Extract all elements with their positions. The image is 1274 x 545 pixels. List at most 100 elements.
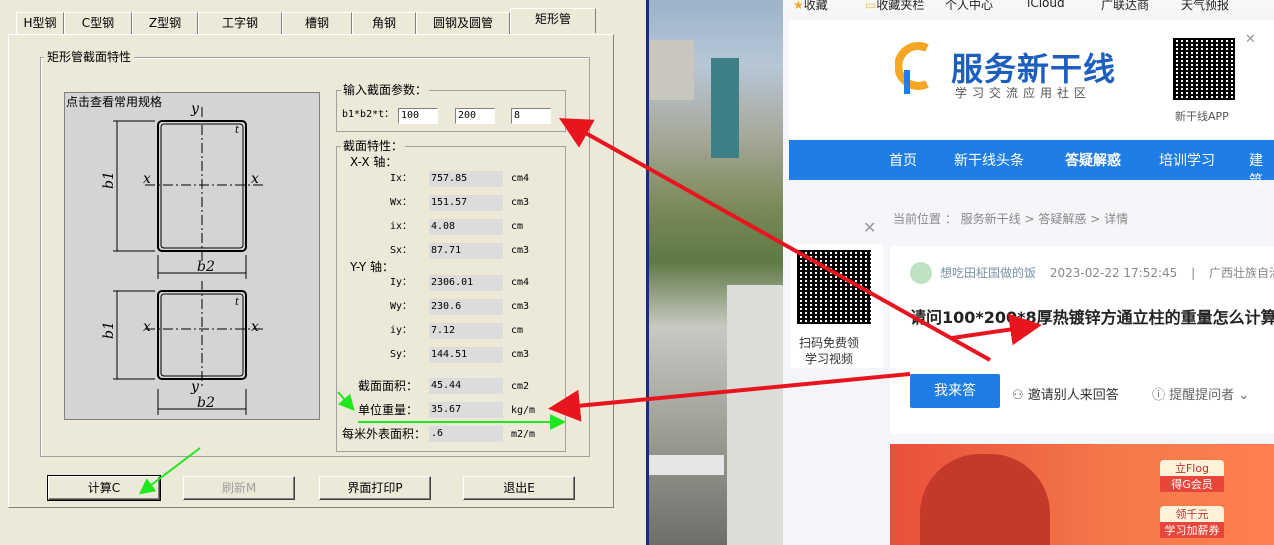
tab-h-steel[interactable]: H型钢: [16, 12, 64, 34]
print-button[interactable]: 界面打印P: [319, 476, 431, 500]
sy-unit: cm3: [511, 349, 530, 360]
nav-training[interactable]: 培训学习: [1159, 150, 1215, 170]
properties-title: 截面特性：: [341, 139, 406, 153]
breadcrumb: 当前位置 ： 服务新干线 > 答疑解惑 > 详情: [893, 212, 1129, 226]
surface-value: .6: [429, 426, 503, 442]
figure-hint[interactable]: 点击查看常用规格: [66, 93, 162, 110]
unit-weight-label: 单位重量：: [358, 403, 419, 417]
ix-value: 757.85: [429, 171, 503, 187]
bookmark-personal[interactable]: 个人中心: [945, 0, 993, 12]
tab-c-steel[interactable]: C型钢: [64, 12, 132, 34]
nav-qa[interactable]: 答疑解惑: [1065, 150, 1121, 170]
figure-label-y-bottom: y: [190, 379, 200, 395]
app-qr-label: 新干线APP: [1175, 110, 1229, 123]
tab-z-steel[interactable]: Z型钢: [132, 12, 198, 34]
b1-input[interactable]: 100: [398, 108, 438, 124]
iy-unit: cm4: [511, 277, 530, 288]
figure-label-b1-bottom: b1: [101, 321, 117, 339]
b2-input[interactable]: 200: [455, 108, 495, 124]
yy-axis-title: Y-Y 轴：: [350, 260, 394, 274]
avatar[interactable]: [910, 262, 932, 284]
calculate-button[interactable]: 计算C: [47, 475, 161, 501]
t-input[interactable]: 8: [511, 108, 551, 124]
figure-label-b2-top: b2: [197, 259, 215, 275]
exit-button[interactable]: 退出E: [463, 476, 575, 500]
star-icon: ★: [793, 0, 804, 12]
wx-unit: cm3: [511, 197, 530, 208]
side-qr-line2: 学习视频: [805, 352, 854, 366]
figure-label-b2-bottom: b2: [197, 395, 215, 411]
xx-axis-title: X-X 轴：: [350, 155, 398, 169]
tab-channel[interactable]: 槽钢: [282, 12, 352, 34]
ix-radius-label: ix：: [390, 221, 413, 232]
area-value: 45.44: [429, 378, 503, 394]
background-photo: [649, 0, 783, 545]
iy-radius-label: iy：: [390, 325, 413, 336]
promo-banner[interactable]: 立Flog 得G会员 领千元 学习加薪券: [890, 444, 1274, 545]
tab-angle[interactable]: 角钢: [352, 12, 416, 34]
side-qr-line1: 扫码免费领: [799, 336, 860, 350]
bookmark-weather[interactable]: 天气预报: [1181, 0, 1229, 12]
area-label: 截面面积：: [358, 379, 419, 393]
bookmark-favorites[interactable]: ★收藏: [793, 0, 828, 12]
close-icon[interactable]: ✕: [1245, 32, 1256, 47]
nav-headlines[interactable]: 新干线头条: [954, 150, 1024, 170]
sx-unit: cm3: [511, 245, 530, 256]
tab-round[interactable]: 圆钢及圆管: [416, 12, 510, 34]
figure-label-t-top: t: [235, 125, 240, 136]
section-figure[interactable]: y x x b1 b2 t x x b1 y b2 t 点击查看常用规格: [64, 92, 320, 420]
invite-button[interactable]: ⚇ 邀请别人来回答: [1012, 384, 1119, 403]
sy-label: Sy：: [390, 349, 413, 360]
question-card: 想吃田柾国做的饭 2023-02-22 17:52:45 | 广西壮族自治 请问…: [890, 246, 1274, 434]
folder-icon: ▭: [865, 0, 877, 12]
banner-tag-coupon[interactable]: 领千元 学习加薪券: [1160, 506, 1224, 538]
chevron-down-icon: ⌄: [1234, 388, 1250, 403]
bookmark-folder[interactable]: ▭收藏夹栏: [865, 0, 924, 12]
nav-construction[interactable]: 建筑: [1249, 150, 1274, 190]
iy-label: Iy：: [390, 277, 413, 288]
user-icon: ⚇: [1012, 388, 1028, 403]
banner-tag-flog[interactable]: 立Flog 得G会员: [1160, 460, 1224, 492]
tab-i-beam[interactable]: 工字钢: [198, 12, 282, 34]
question-datetime: 2023-02-22 17:52:45: [1049, 266, 1178, 280]
side-qr-panel: 扫码免费领 学习视频: [791, 244, 883, 368]
question-title: 请问100*200*8厚热镀锌方通立柱的重量怎么计算: [910, 308, 1274, 327]
browser-window: ★收藏 ▭收藏夹栏 个人中心 iCloud 广联达商 天气预报 服务新干线 学习…: [783, 0, 1274, 545]
question-region: 广西壮族自治: [1209, 266, 1274, 280]
close-side-qr-icon[interactable]: ✕: [863, 218, 876, 237]
wy-value: 230.6: [429, 299, 503, 315]
banner-decoration: [920, 454, 1050, 545]
remind-button[interactable]: ⓘ 提醒提问者 ⌄: [1152, 384, 1249, 403]
steel-calculator-window: H型钢 C型钢 Z型钢 工字钢 槽钢 角钢 圆钢及圆管 矩形管 矩形管截面特性: [0, 0, 646, 545]
iy-value: 2306.01: [429, 275, 503, 291]
wx-label: Wx：: [390, 197, 413, 208]
breadcrumb-item-qa[interactable]: 答疑解惑: [1038, 212, 1086, 226]
breadcrumb-item-detail: 详情: [1104, 212, 1129, 226]
surface-label: 每米外表面积：: [342, 427, 427, 441]
ix-radius-value: 4.08: [429, 219, 503, 235]
refresh-button[interactable]: 刷新M: [183, 476, 295, 500]
sx-label: Sx：: [390, 245, 413, 256]
info-icon: ⓘ: [1152, 388, 1170, 403]
site-header: 服务新干线 学习交流应用社区 新干线APP ✕: [789, 20, 1274, 140]
bookmark-glodon[interactable]: 广联达商: [1101, 0, 1149, 12]
ix-unit: cm4: [511, 173, 530, 184]
meta-separator: |: [1191, 266, 1196, 280]
bookmark-icloud[interactable]: iCloud: [1027, 0, 1065, 10]
unit-weight-value: 35.67: [429, 402, 503, 418]
breadcrumb-item-site[interactable]: 服务新干线: [961, 212, 1021, 226]
nav-home[interactable]: 首页: [889, 150, 917, 170]
tab-strip: H型钢 C型钢 Z型钢 工字钢 槽钢 角钢 圆钢及圆管 矩形管: [16, 8, 614, 34]
wy-label: Wy：: [390, 301, 413, 312]
question-user[interactable]: 想吃田柾国做的饭: [940, 266, 1036, 280]
figure-label-t-bottom: t: [235, 297, 240, 308]
figure-label-b1-top: b1: [101, 171, 117, 189]
figure-label-y-top: y: [190, 101, 200, 117]
sx-value: 87.71: [429, 243, 503, 259]
site-logo-icon[interactable]: [895, 40, 937, 98]
area-unit: cm2: [511, 381, 530, 392]
answer-button[interactable]: 我来答: [910, 374, 1000, 408]
side-qr-code: [797, 250, 871, 324]
group-title: 矩形管截面特性: [44, 50, 135, 64]
tab-rect-tube[interactable]: 矩形管: [510, 8, 596, 33]
